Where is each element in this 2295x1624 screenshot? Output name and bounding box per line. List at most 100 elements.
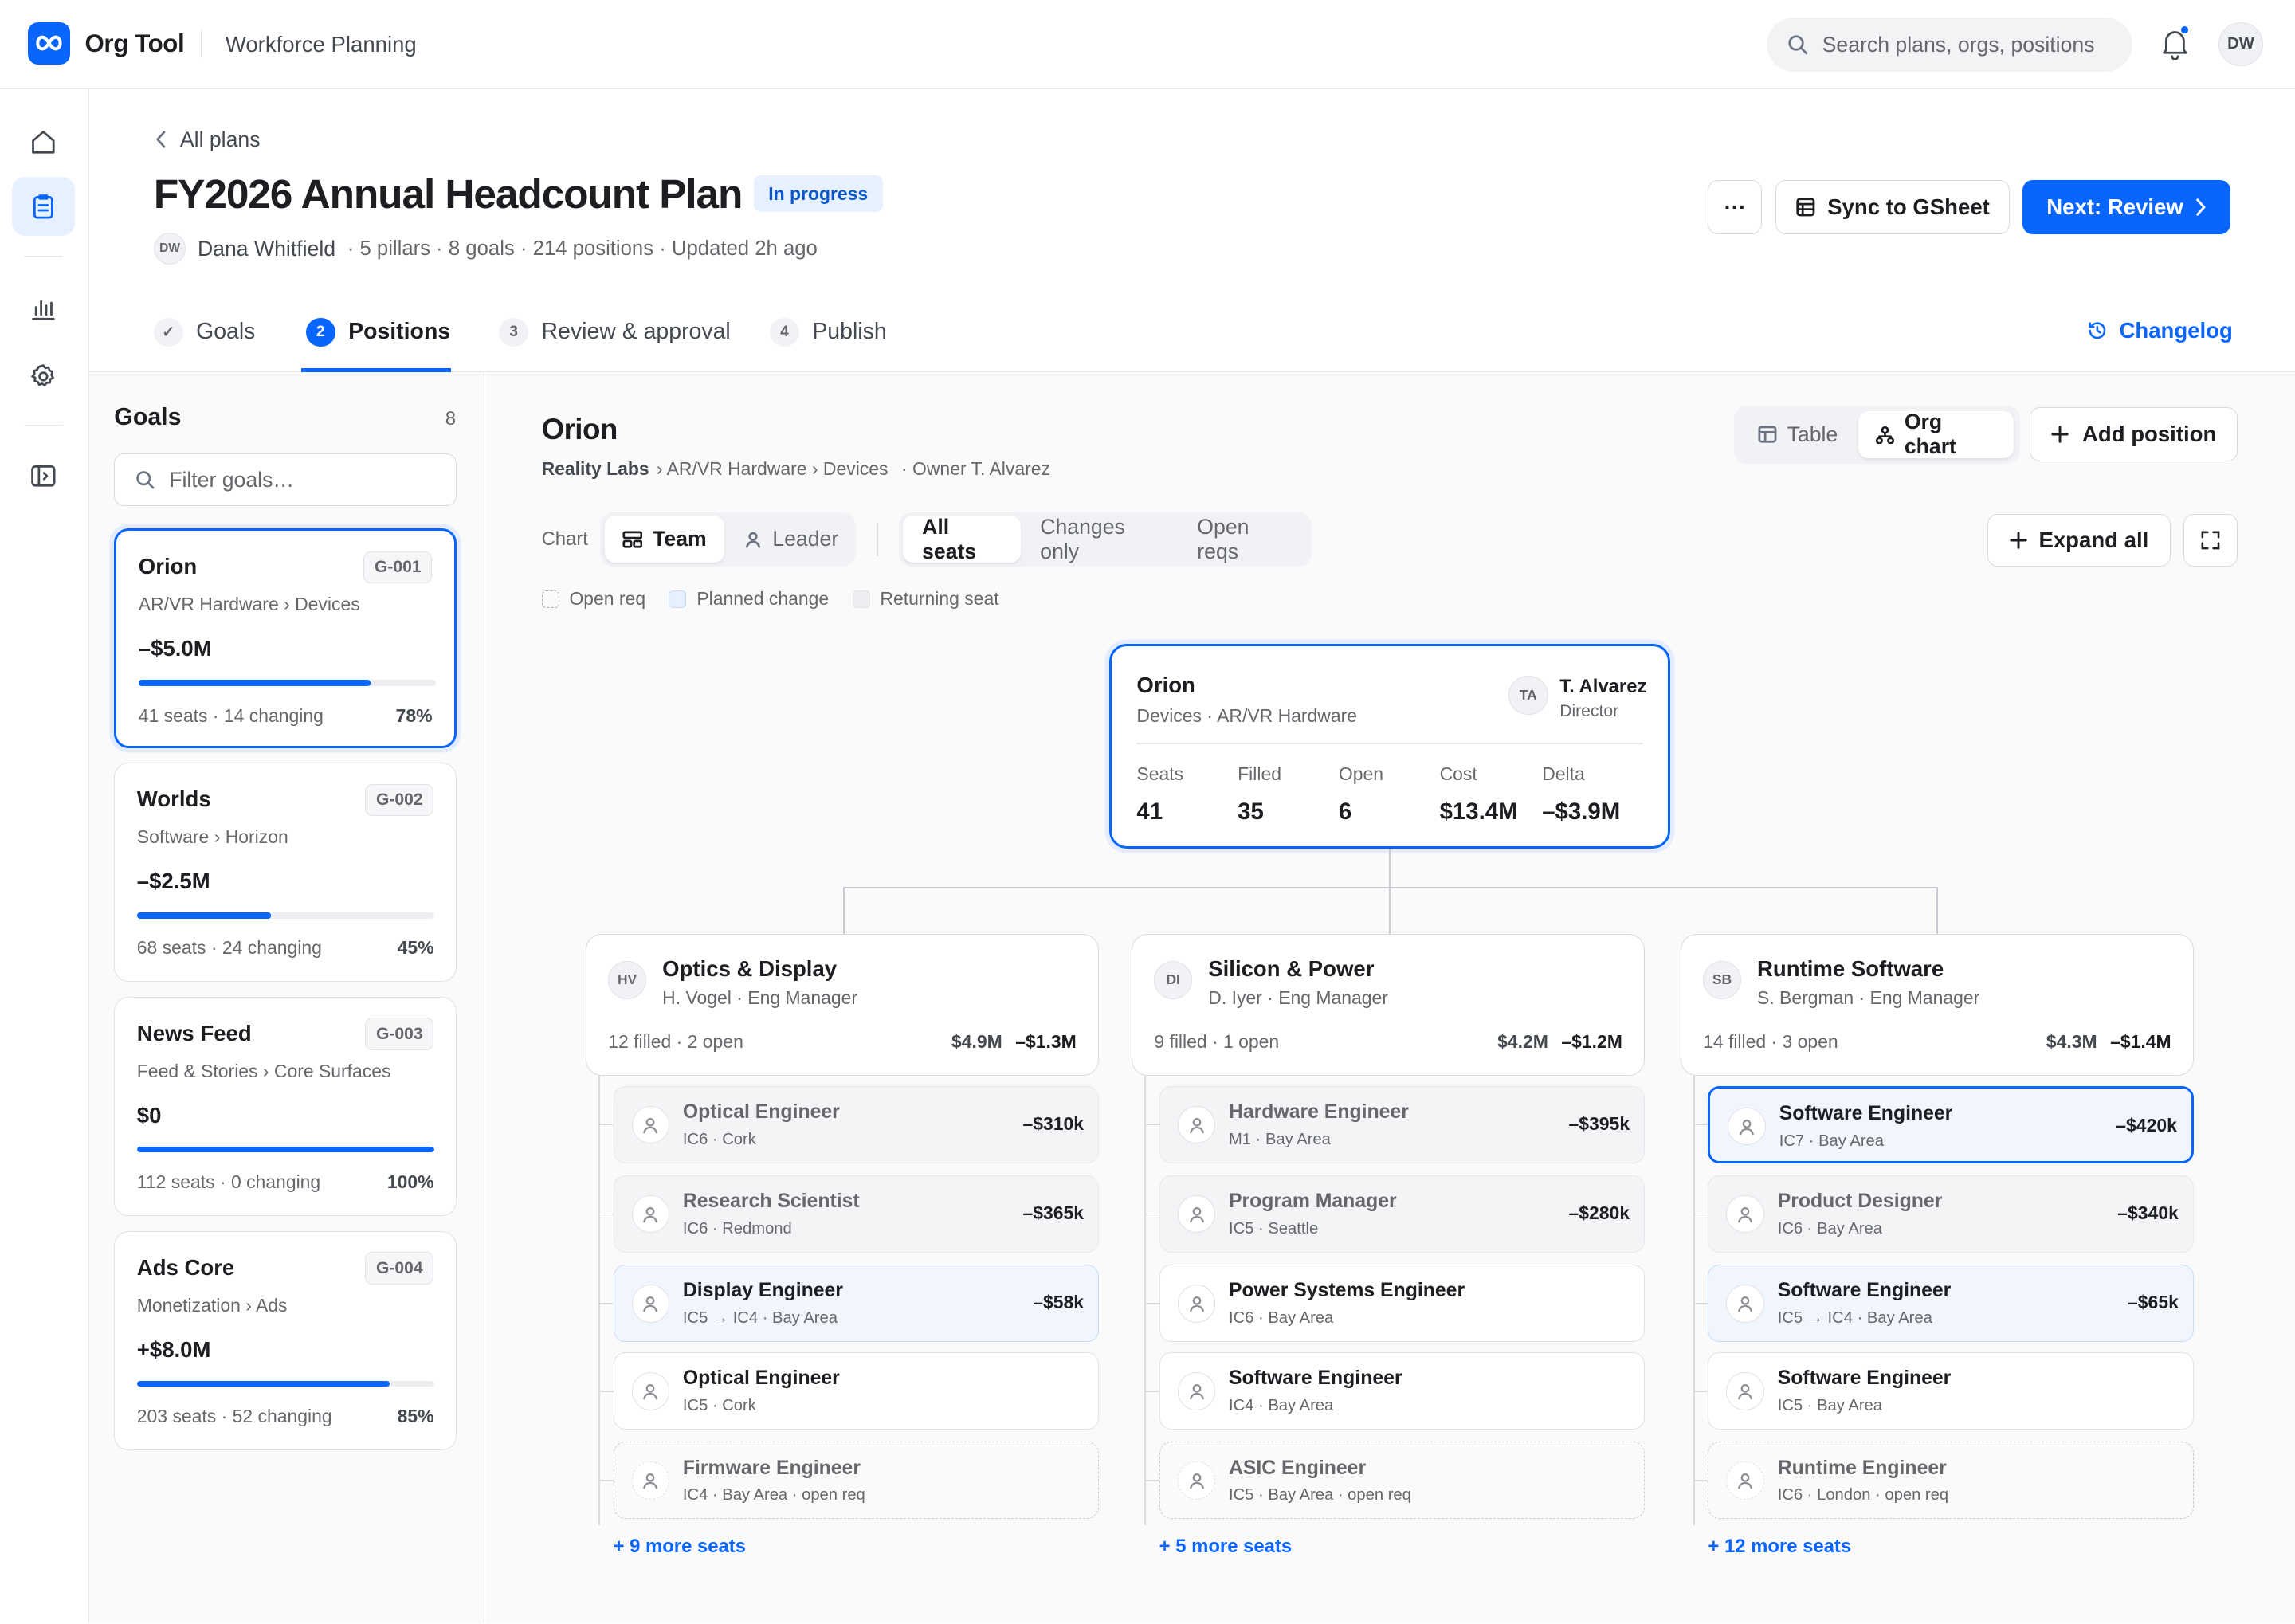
legend-returning-seat: Returning seat bbox=[852, 588, 999, 610]
position-seat[interactable]: Software Engineer IC5 → IC4 · Bay Area –$6… bbox=[1708, 1264, 2195, 1343]
app-name: Org Tool bbox=[84, 29, 185, 57]
position-seat[interactable]: Optical Engineer IC6 · Cork –$310k bbox=[613, 1085, 1100, 1164]
position-seat[interactable]: Software Engineer IC5 · Bay Area bbox=[1708, 1352, 2195, 1430]
spreadsheet-icon bbox=[1796, 198, 1815, 217]
fullscreen-icon bbox=[2201, 531, 2220, 550]
sync-gsheet-button[interactable]: Sync to GSheet bbox=[1775, 179, 2010, 234]
rail-analytics[interactable] bbox=[12, 280, 75, 338]
rail-collapse[interactable] bbox=[12, 446, 75, 504]
position-seat[interactable]: Program Manager IC5 · Seattle –$280k bbox=[1159, 1175, 1646, 1253]
more-button[interactable]: ··· bbox=[1708, 179, 1763, 234]
step-review[interactable]: 3 Review & approval bbox=[499, 292, 731, 371]
position-seat[interactable]: Optical Engineer IC5 · Cork bbox=[613, 1352, 1100, 1430]
position-seat[interactable]: Hardware Engineer M1 · Bay Area –$395k bbox=[1159, 1085, 1646, 1164]
position-seat[interactable]: ASIC Engineer IC5 · Bay Area · open req bbox=[1159, 1442, 1646, 1520]
goal-filter[interactable] bbox=[114, 453, 457, 507]
position-seat[interactable]: Runtime Engineer IC6 · London · open req bbox=[1708, 1442, 2195, 1520]
next-review-button[interactable]: Next: Review bbox=[2022, 179, 2231, 234]
seat-avatar bbox=[1177, 1371, 1216, 1410]
crumb-root[interactable]: Reality Labs bbox=[542, 458, 649, 480]
rail-plans[interactable] bbox=[11, 177, 75, 236]
back-link[interactable]: All plans bbox=[155, 127, 261, 152]
rail-home[interactable] bbox=[12, 112, 75, 171]
global-search[interactable] bbox=[1766, 18, 2133, 72]
step-label: Positions bbox=[348, 319, 451, 345]
add-position-button[interactable]: Add position bbox=[2030, 406, 2238, 461]
goal-filter-input[interactable] bbox=[169, 467, 433, 492]
next-label: Next: Review bbox=[2046, 194, 2183, 219]
goal-card[interactable]: News Feed G-003 Feed & Stories › Core Surf… bbox=[114, 996, 457, 1217]
tree-branch bbox=[1144, 1213, 1159, 1215]
org-root-node[interactable]: Orion Devices · AR/VR Hardware TA T. Alv… bbox=[1109, 644, 1670, 849]
seat-title: Software Engineer bbox=[1777, 1280, 1952, 1302]
person-icon bbox=[643, 1117, 658, 1133]
legend-planned-change: Planned change bbox=[669, 588, 829, 610]
chart-team-button[interactable]: Team bbox=[604, 516, 724, 563]
more-seats-link[interactable]: + 5 more seats bbox=[1159, 1536, 1292, 1558]
team-lead: S. Bergman · Eng Manager bbox=[1757, 987, 1980, 1008]
position-seat[interactable]: Power Systems Engineer IC6 · Bay Area bbox=[1159, 1264, 1646, 1343]
plan-meta-text: · 5 pillars · 8 goals · 214 positions · … bbox=[347, 237, 818, 260]
legend-swatch bbox=[669, 590, 687, 608]
person-icon bbox=[643, 1383, 658, 1400]
seat-title: Software Engineer bbox=[1777, 1367, 1952, 1390]
goal-card[interactable]: Orion G-001 AR/VR Hardware › Devices –$5.0M… bbox=[114, 528, 457, 748]
goal-card[interactable]: Worlds G-002 Software › Horizon –$2.5M 68 se… bbox=[114, 762, 457, 983]
step-goals[interactable]: ✓ Goals bbox=[153, 292, 255, 371]
goal-name: Worlds bbox=[136, 787, 211, 812]
position-seat[interactable]: Display Engineer IC5 → IC4 · Bay Area –$58… bbox=[613, 1264, 1100, 1343]
team-card[interactable]: SB Runtime Software S. Bergman · Eng Manag… bbox=[1680, 933, 2195, 1076]
user-avatar[interactable]: DW bbox=[2218, 22, 2263, 66]
position-seat[interactable]: Research Scientist IC6 · Redmond –$365k bbox=[613, 1175, 1100, 1253]
team-lead: H. Vogel · Eng Manager bbox=[662, 987, 857, 1008]
seat-level-location: IC6 · Redmond bbox=[682, 1219, 792, 1238]
seat-filter-toggle: All seats Changes only Open reqs bbox=[898, 512, 1312, 567]
plan-meta: DW Dana Whitfield · 5 pillars · 8 goals … bbox=[153, 233, 818, 265]
more-seats-link[interactable]: + 12 more seats bbox=[1708, 1536, 1851, 1558]
org-title: Orion bbox=[541, 412, 618, 445]
more-seats-link[interactable]: + 9 more seats bbox=[614, 1536, 746, 1558]
connector bbox=[842, 887, 1938, 888]
add-position-label: Add position bbox=[2082, 421, 2217, 446]
position-seat[interactable]: Software Engineer IC4 · Bay Area bbox=[1159, 1352, 1646, 1430]
view-table-button[interactable]: Table bbox=[1740, 411, 1855, 458]
person-icon bbox=[1738, 1206, 1753, 1222]
seat-level-location: IC5 · Seattle bbox=[1228, 1219, 1319, 1238]
view-orgchart-button[interactable]: Org chart bbox=[1858, 410, 2014, 458]
position-seat[interactable]: Firmware Engineer IC4 · Bay Area · open r… bbox=[613, 1442, 1100, 1520]
goal-id-badge: G-004 bbox=[365, 1252, 434, 1285]
expand-all-button[interactable]: Expand all bbox=[1987, 513, 2171, 567]
team-card[interactable]: DI Silicon & Power D. Iyer · Eng Manager 9 … bbox=[1131, 933, 1646, 1076]
view-table-label: Table bbox=[1787, 422, 1838, 446]
position-seat[interactable]: Software Engineer IC7 · Bay Area –$420k bbox=[1708, 1085, 2195, 1164]
goal-progress-bar bbox=[136, 1380, 434, 1387]
app-logo[interactable] bbox=[27, 22, 71, 65]
seat-level-location: IC5 → IC4 · Bay Area bbox=[1777, 1308, 1932, 1327]
person-icon bbox=[1738, 1473, 1753, 1489]
fullscreen-button[interactable] bbox=[2183, 513, 2238, 567]
changelog-link[interactable]: Changelog bbox=[2087, 318, 2233, 343]
step-positions[interactable]: 2 Positions bbox=[305, 292, 451, 371]
seat-title: Software Engineer bbox=[1228, 1367, 1402, 1390]
chevron-left-icon bbox=[156, 131, 166, 148]
seat-avatar bbox=[1177, 1194, 1216, 1234]
chart-leader-button[interactable]: Leader bbox=[727, 516, 856, 563]
filter-all-seats[interactable]: All seats bbox=[903, 515, 1022, 563]
team-card[interactable]: HV Optics & Display H. Vogel · Eng Manager… bbox=[585, 933, 1100, 1076]
position-seat[interactable]: Product Designer IC6 · Bay Area –$340k bbox=[1708, 1175, 2195, 1253]
sidebar-toggle-icon bbox=[31, 465, 56, 487]
seat-avatar bbox=[631, 1371, 670, 1410]
rail-settings[interactable] bbox=[12, 347, 75, 405]
goal-card[interactable]: Ads Core G-004 Monetization › Ads +$8.0M 203… bbox=[114, 1230, 457, 1451]
step-publish[interactable]: 4 Publish bbox=[770, 292, 887, 371]
stat-value: 41 bbox=[1136, 798, 1163, 825]
search-input[interactable] bbox=[1822, 32, 2115, 57]
filter-changes-only[interactable]: Changes only bbox=[1021, 515, 1178, 563]
seat-level-location: IC5 · Bay Area · open req bbox=[1228, 1486, 1411, 1504]
seat-title: Research Scientist bbox=[682, 1191, 860, 1213]
stat-label: Seats bbox=[1136, 763, 1184, 785]
seat-level-location: IC5 · Bay Area bbox=[1777, 1397, 1883, 1415]
stat-label: Filled bbox=[1238, 763, 1281, 785]
goal-id-badge: G-003 bbox=[365, 1018, 434, 1050]
filter-open-reqs[interactable]: Open reqs bbox=[1178, 515, 1307, 563]
